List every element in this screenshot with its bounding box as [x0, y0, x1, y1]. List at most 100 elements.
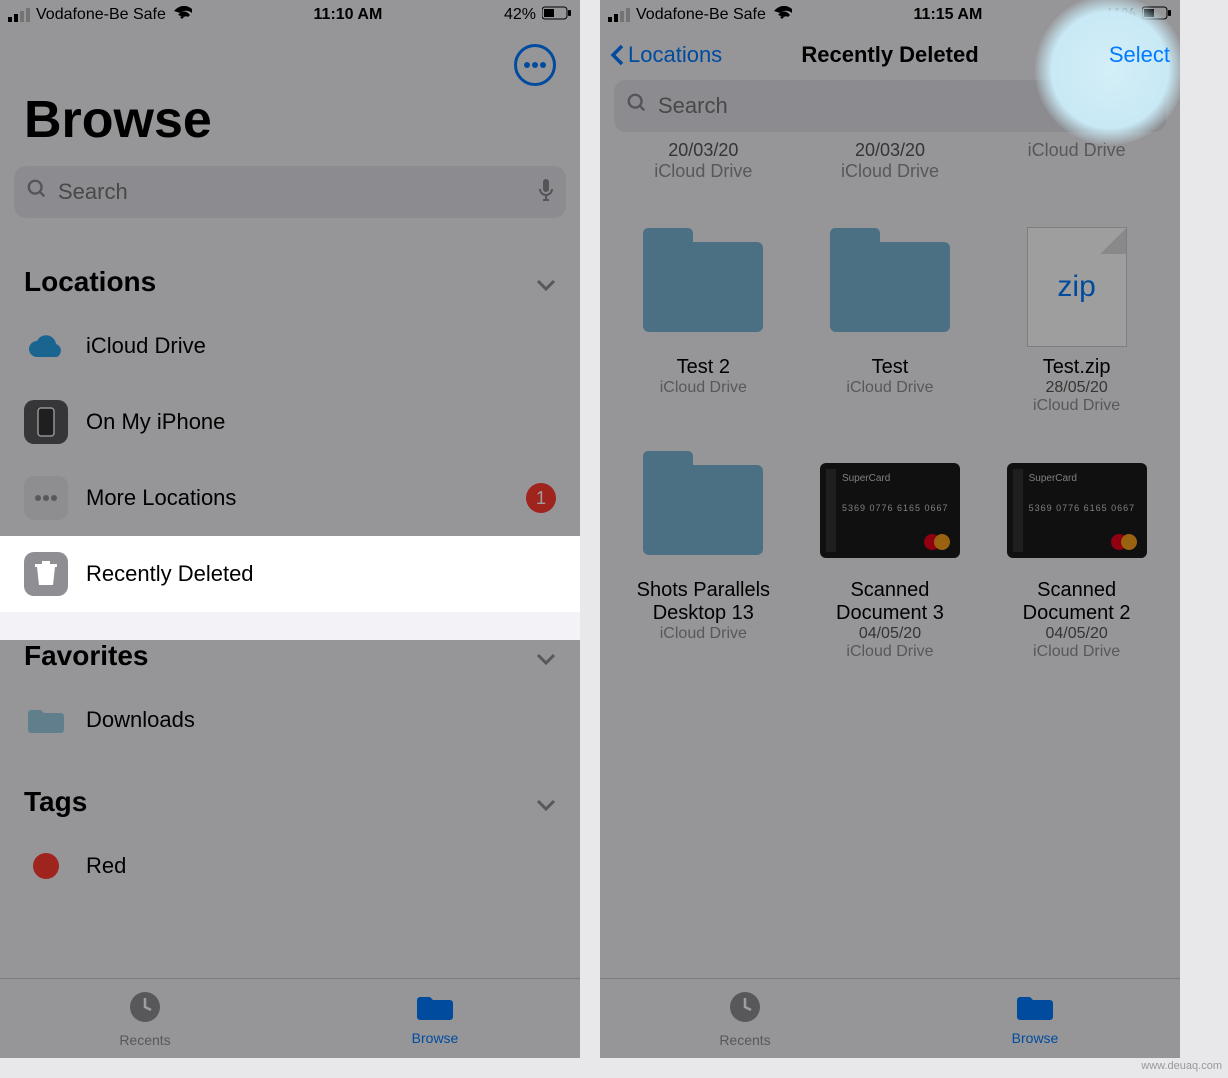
item-date: 04/05/20 [989, 625, 1164, 643]
locations-section-header[interactable]: Locations [0, 238, 580, 308]
clock-icon [728, 990, 762, 1032]
item-location: iCloud Drive [989, 397, 1164, 415]
item-name: Scanned Document 3 [803, 579, 978, 625]
status-bar: Vodafone-Be Safe 11:15 AM 41% [600, 0, 1180, 30]
tag-row-red[interactable]: Red [0, 828, 580, 904]
back-label: Locations [628, 42, 722, 68]
right-screenshot: Vodafone-Be Safe 11:15 AM 41% Locations … [600, 0, 1180, 1058]
item-name: Scanned Document 2 [989, 579, 1164, 625]
location-row-onmyiphone[interactable]: On My iPhone [0, 384, 580, 460]
folder-icon [643, 465, 763, 555]
file-grid-scroll[interactable]: 20/03/20 iCloud Drive 20/03/20 iCloud Dr… [600, 140, 1180, 978]
item-name: Test 2 [616, 356, 791, 379]
document-thumbnail: SuperCard5369 0776 6165 0667 [1007, 463, 1147, 558]
item-location: iCloud Drive [616, 379, 791, 397]
tab-label: Recents [719, 1032, 770, 1048]
select-button[interactable]: Select [1109, 42, 1170, 68]
folder-icon [830, 242, 950, 332]
chevron-down-icon [536, 786, 556, 818]
cloud-icon [24, 324, 68, 368]
item-name: Test [803, 356, 978, 379]
tab-bar: Recents Browse [0, 978, 580, 1058]
item-location: iCloud Drive [803, 379, 978, 397]
more-button[interactable] [514, 44, 556, 86]
signal-bars-icon [8, 8, 30, 22]
item-date: 04/05/20 [803, 625, 978, 643]
search-icon [626, 92, 648, 120]
tags-section-header[interactable]: Tags [0, 758, 580, 828]
tag-label: Red [86, 853, 556, 879]
tab-bar: Recents Browse [600, 978, 1180, 1058]
document-thumbnail: SuperCard5369 0776 6165 0667 [820, 463, 960, 558]
signal-bars-icon [608, 8, 630, 22]
favorites-header-label: Favorites [24, 640, 149, 672]
tab-browse[interactable]: Browse [290, 979, 580, 1058]
left-screenshot: Vodafone-Be Safe 11:10 AM 42% Browse Loc… [0, 0, 580, 1058]
clock-label: 11:10 AM [314, 6, 383, 24]
status-bar: Vodafone-Be Safe 11:10 AM 42% [0, 0, 580, 30]
tab-recents[interactable]: Recents [0, 979, 290, 1058]
page-title: Browse [0, 30, 580, 166]
location-row-more[interactable]: More Locations 1 [0, 460, 580, 536]
tab-label: Browse [1012, 1030, 1059, 1046]
battery-icon [1142, 6, 1172, 25]
iphone-icon [24, 400, 68, 444]
partial-top-row: 20/03/20 iCloud Drive 20/03/20 iCloud Dr… [600, 140, 1180, 182]
wifi-icon [172, 6, 192, 25]
folder-icon [643, 242, 763, 332]
carrier-label: Vodafone-Be Safe [36, 6, 166, 24]
location-label: Recently Deleted [86, 561, 556, 587]
mic-icon[interactable] [538, 179, 554, 206]
tags-header-label: Tags [24, 786, 87, 818]
favorite-label: Downloads [86, 707, 556, 733]
nav-header: Locations Recently Deleted Select [600, 30, 1180, 80]
search-bar[interactable] [614, 80, 1166, 132]
tab-recents[interactable]: Recents [600, 979, 890, 1058]
item-location: iCloud Drive [616, 625, 791, 643]
item-location: iCloud Drive [803, 643, 978, 661]
back-button[interactable]: Locations [610, 42, 722, 68]
battery-icon [542, 6, 572, 25]
tab-label: Recents [119, 1032, 170, 1048]
badge-count: 1 [526, 483, 556, 513]
location-row-icloud[interactable]: iCloud Drive [0, 308, 580, 384]
item-name: Shots Parallels Desktop 13 [616, 579, 791, 625]
search-bar[interactable] [14, 166, 566, 218]
search-input[interactable] [58, 179, 528, 205]
favorite-row-downloads[interactable]: Downloads [0, 682, 580, 758]
watermark: www.deuaq.com [1141, 1060, 1222, 1072]
location-label: On My iPhone [86, 409, 556, 435]
grid-item[interactable]: zip Test.zip28/05/20iCloud Drive [983, 222, 1170, 445]
search-input[interactable] [658, 93, 1128, 119]
grid-item-partial[interactable]: iCloud Drive [992, 140, 1162, 182]
favorites-section-header[interactable]: Favorites [0, 612, 580, 682]
ellipsis-icon [24, 476, 68, 520]
grid-item[interactable]: Shots Parallels Desktop 13iCloud Drive [610, 445, 797, 691]
mic-icon[interactable] [1138, 93, 1154, 120]
trash-icon [24, 552, 68, 596]
carrier-label: Vodafone-Be Safe [636, 6, 766, 24]
zip-file-icon: zip [1027, 227, 1127, 347]
location-label: More Locations [86, 485, 508, 511]
location-label: iCloud Drive [86, 333, 556, 359]
grid-item[interactable]: TestiCloud Drive [797, 222, 984, 445]
wifi-icon [772, 6, 792, 25]
item-date: 28/05/20 [989, 379, 1164, 397]
grid-item[interactable]: SuperCard5369 0776 6165 0667 Scanned Docu… [797, 445, 984, 691]
folder-icon [24, 698, 68, 742]
grid-item-partial[interactable]: 20/03/20 iCloud Drive [805, 140, 975, 182]
folder-icon [1015, 992, 1055, 1030]
battery-pct: 41% [1104, 6, 1136, 24]
tab-browse[interactable]: Browse [890, 979, 1180, 1058]
grid-item-partial[interactable]: 20/03/20 iCloud Drive [618, 140, 788, 182]
location-row-recently-deleted[interactable]: Recently Deleted [0, 536, 580, 612]
tag-dot-icon [24, 844, 68, 888]
battery-pct: 42% [504, 6, 536, 24]
grid-item[interactable]: SuperCard5369 0776 6165 0667 Scanned Docu… [983, 445, 1170, 691]
clock-icon [128, 990, 162, 1032]
tab-label: Browse [412, 1030, 459, 1046]
item-name: Test.zip [989, 356, 1164, 379]
chevron-down-icon [536, 640, 556, 672]
folder-icon [415, 992, 455, 1030]
grid-item[interactable]: Test 2iCloud Drive [610, 222, 797, 445]
